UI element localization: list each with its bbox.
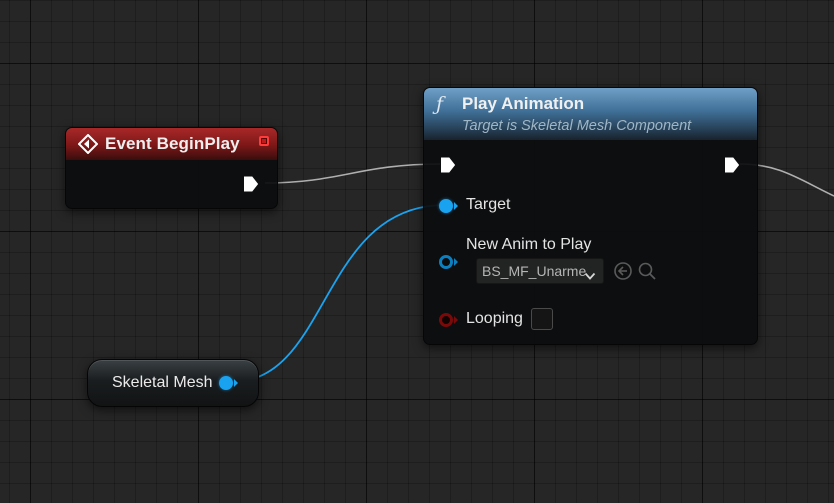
chevron-down-icon <box>584 265 596 280</box>
graph-canvas[interactable]: Event BeginPlay ƒ Play Animation Target … <box>0 0 834 503</box>
browse-asset-search-icon[interactable] <box>637 261 657 281</box>
anim-asset-dropdown[interactable]: BS_MF_Unarme <box>476 258 604 284</box>
function-node-header[interactable]: ƒ Play Animation Target is Skeletal Mesh… <box>424 88 757 140</box>
exec-output-pin-icon[interactable] <box>243 175 259 193</box>
object-wire-mesh-to-target <box>231 204 446 383</box>
anim-pin-icon[interactable] <box>439 255 453 269</box>
delegate-pin-icon[interactable] <box>259 136 269 146</box>
event-node-title: Event BeginPlay <box>105 134 240 153</box>
function-icon: ƒ <box>436 93 444 115</box>
looping-checkbox[interactable] <box>531 308 553 330</box>
variable-output-pin-icon[interactable] <box>219 376 233 390</box>
skeletal-mesh-variable-node[interactable]: Skeletal Mesh <box>87 359 259 407</box>
pin-arrow-icon <box>454 202 458 210</box>
pin-arrow-icon <box>454 316 458 324</box>
pin-arrow-icon <box>234 379 238 387</box>
play-animation-node[interactable]: ƒ Play Animation Target is Skeletal Mesh… <box>423 87 758 345</box>
target-pin-icon[interactable] <box>439 199 453 213</box>
variable-node-title: Skeletal Mesh <box>112 374 213 391</box>
anim-pin-label: New Anim to Play <box>466 236 592 253</box>
event-node-header[interactable]: Event BeginPlay <box>66 128 277 160</box>
use-selected-asset-icon[interactable] <box>613 261 633 281</box>
function-node-subtitle: Target is Skeletal Mesh Component <box>462 118 692 134</box>
looping-pin-label: Looping <box>466 310 523 327</box>
event-icon <box>77 133 99 155</box>
event-beginplay-node[interactable]: Event BeginPlay <box>65 127 278 209</box>
anim-asset-value: BS_MF_Unarme <box>482 263 587 279</box>
function-node-title: Play Animation <box>462 94 585 113</box>
exec-wire-beginplay-to-playanim <box>264 163 441 184</box>
target-pin-label: Target <box>466 196 511 213</box>
exec-output-pin-icon[interactable] <box>724 156 740 174</box>
exec-input-pin-icon[interactable] <box>440 156 456 174</box>
looping-pin-icon[interactable] <box>439 313 453 327</box>
pin-arrow-icon <box>454 258 458 266</box>
